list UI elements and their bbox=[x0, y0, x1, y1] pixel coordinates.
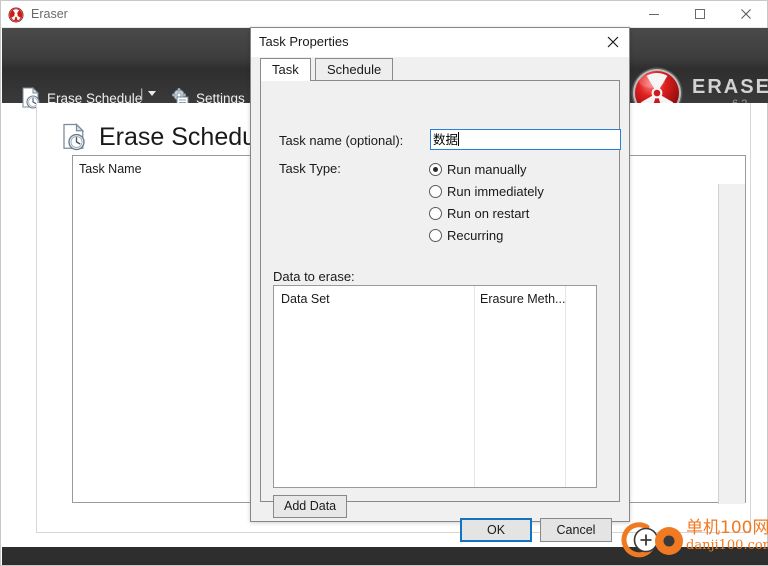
cancel-button[interactable]: Cancel bbox=[540, 518, 612, 542]
window-titlebar: Eraser bbox=[1, 1, 767, 28]
dataset-list[interactable]: Data Set Erasure Meth... bbox=[273, 285, 597, 488]
task-name-value: 数据 bbox=[433, 132, 459, 147]
schedule-document-icon bbox=[59, 121, 89, 153]
window-title: Eraser bbox=[31, 7, 68, 21]
data-to-erase-label: Data to erase: bbox=[273, 269, 355, 284]
text-caret bbox=[458, 132, 460, 146]
dialog-title: Task Properties bbox=[259, 34, 349, 49]
close-icon[interactable] bbox=[723, 1, 768, 27]
tab-task[interactable]: Task bbox=[260, 58, 311, 81]
eraser-radiation-icon bbox=[8, 7, 24, 23]
tab-page-task: Task name (optional): 数据 Task Type: Run … bbox=[260, 80, 621, 518]
dialog-tabstrip: Task Schedule bbox=[260, 58, 620, 81]
close-icon[interactable] bbox=[597, 28, 629, 56]
radio-mark-icon bbox=[429, 228, 442, 242]
ok-button[interactable]: OK bbox=[460, 518, 532, 542]
dataset-column-divider-2 bbox=[565, 286, 566, 487]
window-bottom-strip bbox=[2, 547, 768, 565]
radio-recurring[interactable]: Recurring bbox=[429, 226, 503, 244]
task-name-input[interactable]: 数据 bbox=[430, 129, 621, 150]
brand-name: ERASER bbox=[692, 75, 768, 98]
add-data-button[interactable]: Add Data bbox=[273, 495, 348, 518]
tab-schedule[interactable]: Schedule bbox=[315, 58, 394, 80]
radio-label-recurring: Recurring bbox=[447, 227, 504, 243]
minimize-icon[interactable] bbox=[631, 1, 677, 27]
radio-label-run-on-restart: Run on restart bbox=[447, 205, 530, 221]
maximize-icon[interactable] bbox=[677, 1, 723, 27]
column-header-erasure-method: Erasure Meth... bbox=[480, 292, 566, 306]
column-header-data-set: Data Set bbox=[281, 292, 330, 306]
radio-label-run-manually: Run manually bbox=[447, 161, 527, 177]
page-header: Erase Schedule bbox=[59, 119, 276, 155]
radio-label-run-immediately: Run immediately bbox=[447, 183, 544, 199]
toolbar-dropdown-erase-schedule[interactable]: | bbox=[140, 86, 157, 101]
task-name-label: Task name (optional): bbox=[279, 133, 404, 148]
radio-run-on-restart[interactable]: Run on restart bbox=[429, 204, 529, 222]
dialog-titlebar: Task Properties bbox=[251, 28, 629, 57]
radio-mark-icon bbox=[429, 184, 442, 198]
radio-run-immediately[interactable]: Run immediately bbox=[429, 182, 544, 200]
task-list-right-pane bbox=[718, 156, 745, 504]
screen: Eraser Erase Schedule | Settings ERASE E… bbox=[0, 0, 768, 566]
chevron-down-icon bbox=[148, 91, 157, 96]
column-header-task-name: Task Name bbox=[79, 162, 142, 176]
task-type-label: Task Type: bbox=[279, 161, 341, 176]
radio-run-manually[interactable]: Run manually bbox=[429, 160, 527, 178]
toolbar-divider: | bbox=[140, 86, 144, 101]
dataset-column-divider-1 bbox=[474, 286, 475, 487]
radio-mark-icon bbox=[429, 162, 442, 176]
task-properties-dialog: Task Properties Task Schedule Task name … bbox=[250, 27, 630, 542]
radio-mark-icon bbox=[429, 206, 442, 220]
